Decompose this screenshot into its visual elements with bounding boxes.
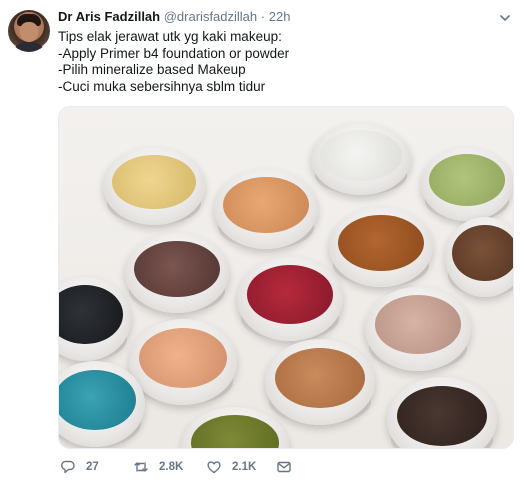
powder-jar-copper bbox=[265, 339, 375, 425]
powder-jar-rust bbox=[329, 207, 433, 287]
powder-jar-white bbox=[311, 123, 411, 195]
author-name[interactable]: Dr Aris Fadzillah bbox=[58, 9, 160, 24]
avatar[interactable] bbox=[8, 10, 50, 52]
powder-jar-peach bbox=[214, 169, 318, 249]
retweet-count: 2.8K bbox=[159, 461, 184, 473]
tweet-photo[interactable] bbox=[58, 106, 514, 449]
tweet-text-line: -Cuci muka sebersihnya sblm tidur bbox=[58, 78, 266, 94]
retweet-button[interactable]: 2.8K bbox=[133, 456, 183, 478]
powder-jar-black bbox=[59, 277, 131, 361]
powder-jar-red bbox=[237, 257, 343, 341]
tweet-actions: 27 2.8K 2.1K bbox=[58, 456, 498, 478]
like-button[interactable]: 2.1K bbox=[206, 456, 256, 478]
tweet-text-line: -Apply Primer b4 foundation or powder bbox=[58, 45, 290, 61]
like-count: 2.1K bbox=[232, 461, 257, 473]
powder-jar-yellow bbox=[103, 147, 205, 225]
timestamp[interactable]: 22h bbox=[269, 9, 291, 24]
direct-message-button[interactable] bbox=[276, 456, 302, 478]
powder-jar-plum bbox=[125, 233, 229, 313]
powder-jar-salmon bbox=[129, 319, 237, 405]
author-handle[interactable]: @drarisfadzillah bbox=[164, 9, 257, 24]
envelope-icon bbox=[277, 461, 291, 473]
tweet-header: Dr Aris Fadzillah @drarisfadzillah · 22h bbox=[58, 9, 495, 25]
reply-icon bbox=[61, 460, 75, 474]
tweet-text-line: -Pilih mineralize based Makeup bbox=[58, 62, 246, 77]
tweet-text-line: Tips elak jerawat utk yg kaki makeup: bbox=[58, 29, 282, 44]
chevron-down-icon[interactable] bbox=[499, 12, 511, 24]
reply-count: 27 bbox=[86, 461, 99, 473]
powder-jar-brown bbox=[445, 217, 513, 297]
retweet-icon bbox=[134, 462, 148, 472]
powder-jar-taupe bbox=[365, 287, 471, 371]
tweet-text: Tips elak jerawat utk yg kaki makeup: -A… bbox=[58, 29, 498, 95]
powder-jar-dark-brown bbox=[387, 377, 497, 448]
heart-icon bbox=[207, 461, 221, 474]
powder-jar-green bbox=[421, 147, 513, 221]
reply-button[interactable]: 27 bbox=[60, 456, 99, 478]
separator: · bbox=[260, 9, 266, 24]
powder-jar-olive bbox=[181, 407, 289, 448]
